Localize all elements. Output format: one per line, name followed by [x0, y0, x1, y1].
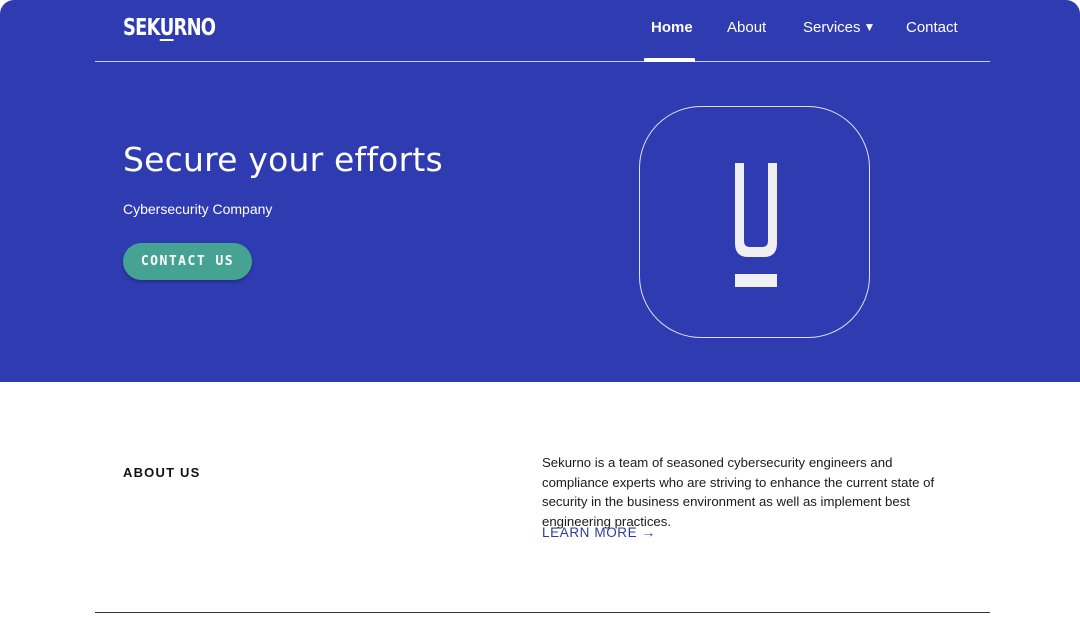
- logo-text-u: U: [159, 15, 175, 41]
- nav-contact-link[interactable]: Contact: [906, 19, 958, 36]
- top-navigation: SEK U RNO Home About Services ▼ Contact: [95, 0, 990, 62]
- sekurno-u-mark-icon: [735, 163, 777, 287]
- hero-title: Secure your efforts: [123, 140, 443, 179]
- hero-subtitle: Cybersecurity Company: [123, 201, 273, 217]
- hero-section: SEK U RNO Home About Services ▼ Contact Sec…: [0, 0, 1080, 382]
- sekurno-logo[interactable]: SEK U RNO: [123, 12, 217, 44]
- nav-services-link[interactable]: Services ▼: [803, 19, 875, 36]
- nav-home-link[interactable]: Home: [651, 19, 693, 36]
- nav-about-link[interactable]: About: [727, 19, 766, 36]
- brand-badge: [639, 106, 870, 338]
- learn-more-link[interactable]: LEARN MORE →: [542, 525, 656, 540]
- active-nav-indicator: [644, 58, 695, 62]
- nav-services-label: Services: [803, 19, 861, 36]
- logo-text-end: RNO: [173, 15, 217, 41]
- about-heading: ABOUT US: [123, 464, 201, 480]
- chevron-down-icon: ▼: [863, 20, 876, 34]
- section-divider: [95, 612, 990, 613]
- logo-text-start: SEK: [123, 15, 161, 41]
- contact-us-button[interactable]: CONTACT US: [123, 243, 252, 280]
- about-description: Sekurno is a team of seasoned cybersecur…: [542, 455, 935, 529]
